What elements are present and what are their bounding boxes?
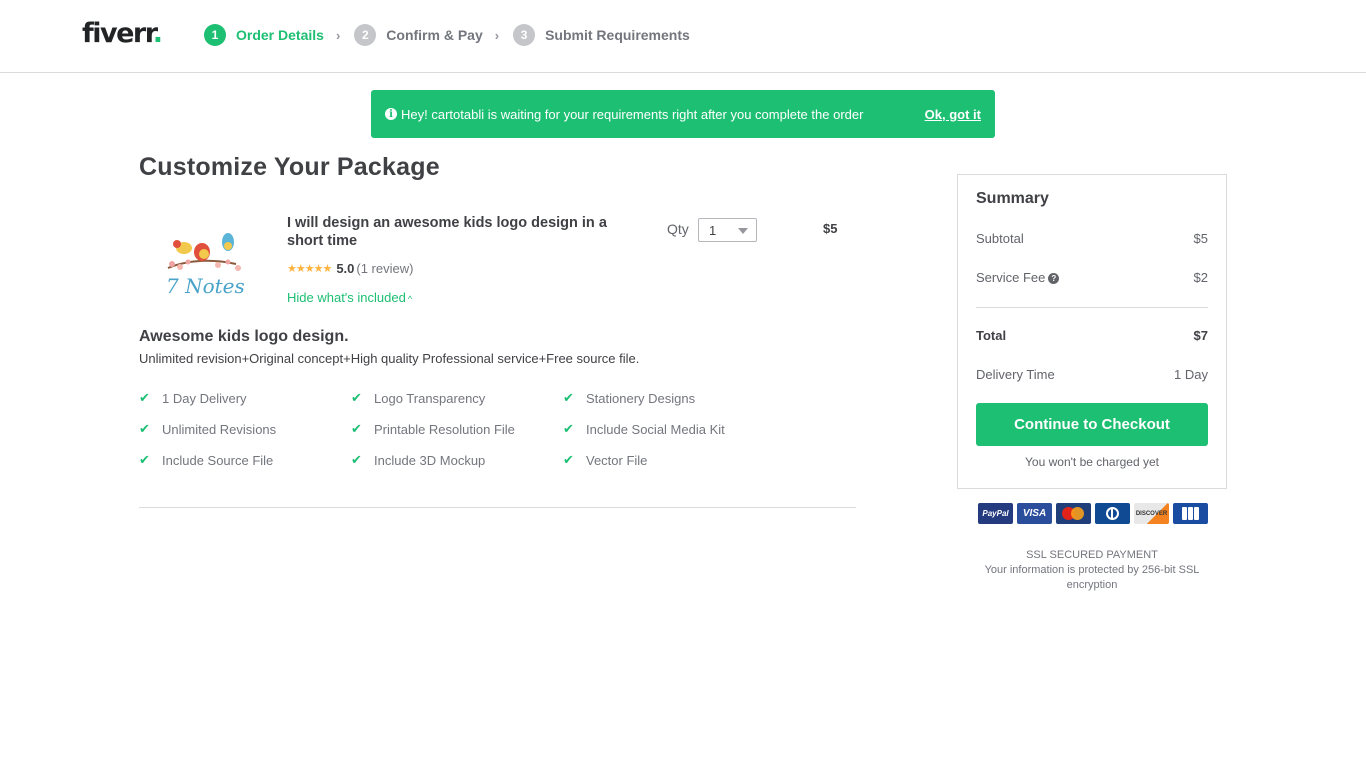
step-number-3: 3 [513, 24, 536, 46]
step-label: Confirm & Pay [386, 27, 483, 43]
checkmark-icon: ✔ [563, 421, 574, 436]
line-item-price: $5 [823, 221, 838, 236]
ssl-notice: SSL SECURED PAYMENT Your information is … [967, 548, 1217, 593]
total-value: $7 [1193, 328, 1208, 343]
feature-item: ✔ Unlimited Revisions [139, 421, 277, 437]
page-title: Customize Your Package [139, 153, 440, 181]
feature-item: ✔ Logo Transparency [351, 390, 486, 406]
ssl-text: Your information is protected by 256-bit… [984, 564, 1200, 591]
dismiss-banner-link[interactable]: Ok, got it [925, 107, 981, 122]
continue-to-checkout-button[interactable]: Continue to Checkout [976, 403, 1208, 446]
dropdown-arrow-icon [738, 228, 748, 234]
checkmark-icon: ✔ [563, 452, 574, 467]
package-description: Unlimited revision+Original concept+High… [139, 351, 640, 366]
diners-club-icon [1095, 503, 1130, 524]
total-label: Total [976, 328, 1007, 343]
review-count: (1 review) [356, 261, 414, 276]
feature-item: ✔ 1 Day Delivery [139, 390, 247, 406]
step-order-details: 1 Order Details [204, 24, 324, 46]
subtotal-label: Subtotal [976, 231, 1024, 246]
star-rating-icon: ★★★★★ [287, 263, 332, 275]
step-label: Submit Requirements [545, 27, 690, 43]
total-row: Total $7 [976, 328, 1208, 343]
service-fee-label: Service Fee [976, 270, 1046, 285]
checkmark-icon: ✔ [563, 390, 574, 405]
feature-item: ✔ Include Source File [139, 452, 274, 468]
step-confirm-pay: 2 Confirm & Pay [354, 24, 483, 46]
subtotal-row: Subtotal $5 [976, 231, 1208, 246]
gig-title[interactable]: I will design an awesome kids logo desig… [287, 214, 607, 250]
svg-text:7 Notes: 7 Notes [166, 274, 245, 298]
question-circle-icon[interactable]: ? [1048, 273, 1060, 285]
discover-icon: DISCOVER [1134, 503, 1169, 524]
delivery-time-label: Delivery Time [976, 367, 1055, 382]
checkout-steps: 1 Order Details › 2 Confirm & Pay › 3 Su… [204, 24, 690, 46]
feature-item: ✔ Stationery Designs [563, 390, 696, 406]
summary-divider [976, 307, 1208, 308]
checkmark-icon: ✔ [139, 421, 150, 436]
top-header: fiverr. 1 Order Details › 2 Confirm & Pa… [0, 0, 1366, 73]
checkmark-icon: ✔ [139, 390, 150, 405]
hide-whats-included-toggle[interactable]: Hide what's included ^ [287, 290, 412, 305]
paypal-icon: PayPal [978, 503, 1013, 524]
fiverr-logo[interactable]: fiverr. [82, 17, 163, 51]
order-summary-panel: Summary Subtotal $5 Service Fee? $2 Tota… [957, 174, 1227, 489]
package-features-list: ✔ 1 Day Delivery ✔ Logo Transparency ✔ Stat… [139, 389, 779, 469]
summary-title: Summary [976, 190, 1049, 207]
info-icon: i [385, 108, 397, 120]
checkmark-icon: ✔ [139, 452, 150, 467]
checkmark-icon: ✔ [351, 421, 362, 436]
banner-message: Hey! cartotabli is waiting for your requ… [401, 106, 864, 122]
visa-icon: VISA [1017, 503, 1052, 524]
chevron-up-icon: ^ [407, 294, 413, 304]
step-label: Order Details [236, 27, 324, 43]
step-number-2: 2 [354, 24, 377, 46]
gig-rating: ★★★★★ 5.0 (1 review) [287, 261, 413, 276]
delivery-time-value: 1 Day [1174, 367, 1208, 382]
feature-item: ✔ Vector File [563, 452, 648, 468]
chevron-right-icon: › [494, 27, 500, 43]
checkmark-icon: ✔ [351, 452, 362, 467]
delivery-time-row: Delivery Time 1 Day [976, 367, 1208, 382]
qty-label: Qty [667, 221, 689, 237]
step-submit-requirements: 3 Submit Requirements [513, 24, 690, 46]
feature-item: ✔ Include 3D Mockup [351, 452, 486, 468]
gig-thumbnail: 7 Notes [158, 220, 258, 300]
ssl-title: SSL SECURED PAYMENT [1026, 549, 1158, 561]
subtotal-value: $5 [1193, 231, 1208, 246]
mastercard-icon [1056, 503, 1091, 524]
service-fee-value: $2 [1193, 270, 1208, 285]
chevron-right-icon: › [335, 27, 341, 43]
rating-score: 5.0 [336, 261, 355, 276]
service-fee-row: Service Fee? $2 [976, 270, 1208, 285]
jcb-icon [1173, 503, 1208, 524]
requirements-notice-banner: i Hey! cartotabli is waiting for your re… [371, 90, 995, 138]
feature-item: ✔ Include Social Media Kit [563, 421, 725, 437]
quantity-select[interactable]: 1 [698, 218, 757, 242]
gig-logo-image: 7 Notes [166, 233, 245, 298]
section-divider [139, 507, 856, 508]
package-title: Awesome kids logo design. [139, 328, 349, 345]
quantity-value: 1 [709, 222, 717, 238]
payment-methods: PayPal VISA DISCOVER [978, 503, 1208, 524]
checkmark-icon: ✔ [351, 390, 362, 405]
feature-item: ✔ Printable Resolution File [351, 421, 515, 437]
not-charged-note: You won't be charged yet [1025, 455, 1159, 469]
step-number-1: 1 [204, 24, 226, 46]
